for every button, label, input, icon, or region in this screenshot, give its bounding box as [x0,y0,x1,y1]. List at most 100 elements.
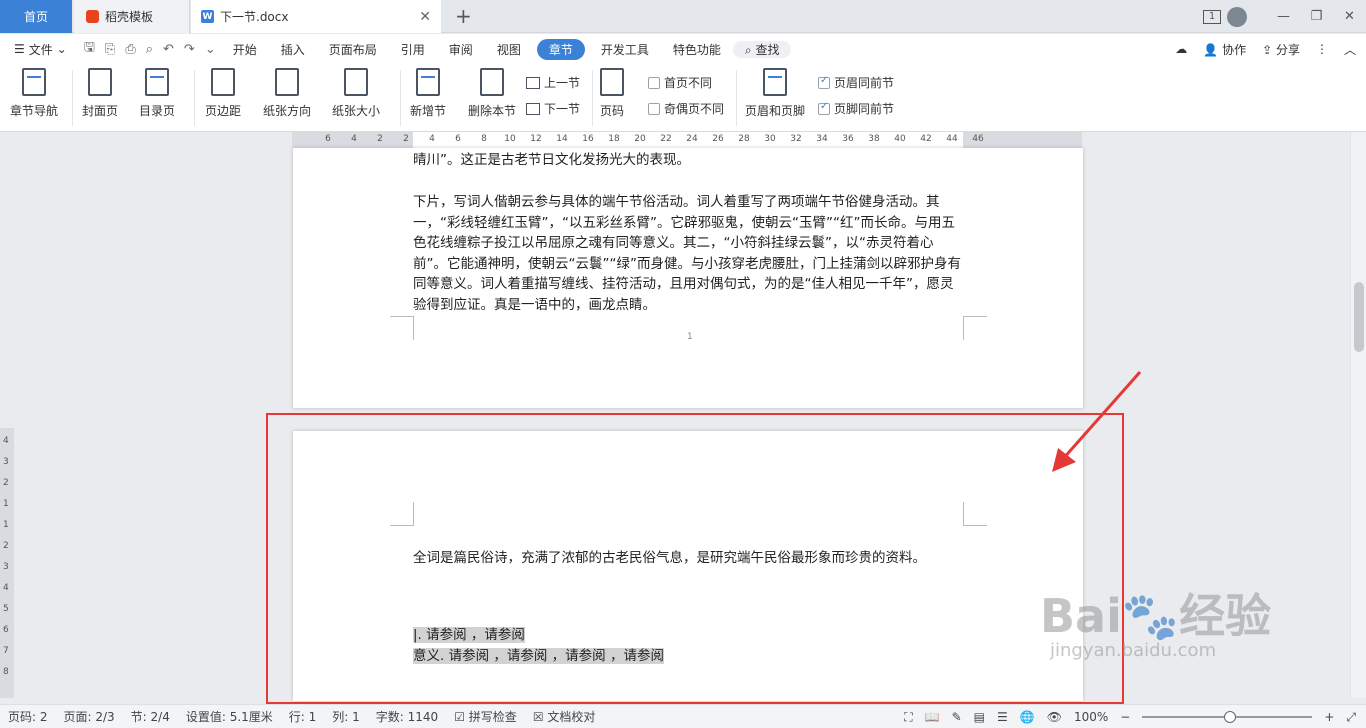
first-page-diff-check[interactable] [648,76,660,89]
zoom-level[interactable]: 100% [1074,710,1108,724]
footer-same-checkbox[interactable]: 页脚同前节 [818,100,894,117]
header-same-checkbox[interactable]: 页眉同前节 [818,74,894,91]
next-section-button[interactable]: 下一节 [526,100,580,117]
tab-home[interactable]: 首页 [0,0,72,33]
zoom-slider[interactable] [1142,711,1313,723]
zoom-in-button[interactable]: + [1324,710,1334,724]
search-button[interactable]: ⌕ 查找 [732,40,792,58]
cover-page-button[interactable]: 封面页 [82,68,118,119]
orientation-button[interactable]: 纸张方向 [263,68,311,119]
paper-size-icon [344,68,368,96]
margins-icon [211,68,235,96]
vertical-ruler[interactable]: 4 3 2 1 1 2 3 4 5 6 7 8 [0,428,14,698]
document-page-1[interactable]: 晴川”。这正是古老节日文化发扬光大的表现。 下片，写词人偕朝云参与具体的端午节俗… [293,148,1083,408]
collab-button[interactable]: 👤 协作 [1203,41,1246,58]
ruler-number: 2 [403,134,409,144]
page-view-icon[interactable]: ▤ [974,710,985,724]
status-page-code[interactable]: 页码: 2 [0,708,56,725]
spell-check-label: 拼写检查 [468,710,517,724]
document-paragraph[interactable]: 下片，写词人偕朝云参与具体的端午节俗活动。词人着重写了两项端午节俗健身活动。其一… [413,192,965,315]
ruler-number: 38 [868,134,880,144]
status-word-count[interactable]: 字数: 1140 [368,708,446,725]
fullscreen-icon[interactable]: ⛶ [904,710,912,725]
first-page-diff-checkbox[interactable]: 首页不同 [648,74,712,91]
menu-start[interactable]: 开始 [221,41,269,58]
horizontal-ruler[interactable]: 6 4 2 2 4 6 8 10 12 14 16 18 20 22 24 26 28 30 32 34 36 38 40 4… [292,132,1082,148]
paper-size-button[interactable]: 纸张大小 [332,68,380,119]
menu-section[interactable]: 章节 [536,38,585,60]
redo-icon[interactable]: ↷ [179,42,200,57]
more-icon[interactable]: ⋮ [1316,42,1328,56]
vertical-ruler-number: 2 [3,541,9,551]
close-window-button[interactable]: ✕ [1333,9,1366,24]
highlight-box [266,413,1124,704]
vertical-ruler-number: 6 [3,625,9,635]
doc-proof-button[interactable]: ☒ 文档校对 [525,708,604,725]
save-icon[interactable]: 🖫 [79,38,100,60]
header-same-check[interactable] [818,75,830,89]
vertical-ruler-number: 1 [3,520,9,530]
outline-view-icon[interactable]: ☰ [997,710,1008,724]
write-mode-icon[interactable]: ✎ [952,710,962,724]
zoom-slider-handle[interactable] [1224,711,1237,723]
tab-docer[interactable]: 稻壳模板 [74,0,190,33]
undo-icon[interactable]: ↶ [158,42,179,57]
window-count-badge[interactable]: 1 [1203,9,1221,24]
quick-access-more-icon[interactable]: ⌄ [200,42,221,57]
paper-size-label: 纸张大小 [332,104,381,118]
print-icon[interactable]: ⎙ [120,42,140,57]
close-tab-icon[interactable]: ✕ [419,9,431,25]
status-setting[interactable]: 设置值: 5.1厘米 [178,708,281,725]
new-tab-button[interactable]: + [455,4,472,28]
menu-page-layout[interactable]: 页面布局 [317,41,389,58]
page-number-label: 页码 [600,104,625,118]
collab-label: 协作 [1222,42,1247,57]
spell-check-button[interactable]: ☑ 拼写检查 [446,708,525,725]
menu-insert[interactable]: 插入 [269,41,317,58]
document-text-fragment[interactable]: 晴川”。这正是古老节日文化发扬光大的表现。 [413,150,965,171]
ribbon-divider [736,70,737,126]
new-section-button[interactable]: 新增节 [410,68,446,119]
footer-same-check[interactable] [818,101,830,115]
menu-features[interactable]: 特色功能 [661,41,733,58]
odd-even-diff-check[interactable] [648,102,660,115]
minimize-button[interactable]: — [1267,9,1300,24]
fit-window-icon[interactable]: ⤢ [1346,710,1356,725]
page-number-button[interactable]: 页码 [600,68,624,119]
toc-page-label: 目录页 [139,104,176,118]
print-preview-icon[interactable]: ⌕ [141,42,158,57]
avatar[interactable] [1227,6,1247,27]
vertical-ruler-number: 8 [3,667,9,677]
status-section[interactable]: 节: 2/4 [123,708,178,725]
status-right: ⛶ 📖 ✎ ▤ ☰ 🌐 👁 100% − + ⤢ [904,705,1356,728]
delete-section-button[interactable]: 删除本节 [468,68,516,119]
format-painter-icon[interactable]: ⎘ [100,42,120,57]
web-view-icon[interactable]: 🌐 [1020,710,1035,724]
section-nav-button[interactable]: 章节导航 [10,68,58,119]
cover-page-label: 封面页 [82,104,119,118]
menu-developer[interactable]: 开发工具 [589,41,661,58]
vertical-ruler-number: 2 [3,478,9,488]
prev-section-button[interactable]: 上一节 [526,74,580,91]
restore-button[interactable]: ❐ [1300,9,1333,24]
vertical-scrollbar[interactable] [1350,132,1366,698]
odd-even-diff-checkbox[interactable]: 奇偶页不同 [648,100,724,117]
collapse-ribbon-icon[interactable]: ︿ [1344,41,1356,58]
file-menu[interactable]: ☰ 文件 ⌄ [0,41,79,58]
reading-mode-icon[interactable]: 📖 [925,710,940,724]
cloud-sync-icon[interactable]: ☁ [1175,42,1187,56]
ribbon-divider [400,70,401,126]
menu-review[interactable]: 审阅 [437,41,485,58]
menu-references[interactable]: 引用 [389,41,437,58]
scrollbar-thumb[interactable] [1354,282,1364,352]
first-page-diff-label: 首页不同 [664,76,713,90]
eye-protection-icon[interactable]: 👁 [1047,710,1062,724]
toc-page-button[interactable]: 目录页 [139,68,175,119]
share-button[interactable]: ⇪ 分享 [1262,41,1300,58]
status-page[interactable]: 页面: 2/3 [56,708,123,725]
header-footer-button[interactable]: 页眉和页脚 [745,68,805,119]
margins-button[interactable]: 页边距 [205,68,241,119]
zoom-out-button[interactable]: − [1120,710,1130,724]
menu-view[interactable]: 视图 [485,41,533,58]
tab-document[interactable]: W 下一节.docx ✕ [191,0,441,33]
